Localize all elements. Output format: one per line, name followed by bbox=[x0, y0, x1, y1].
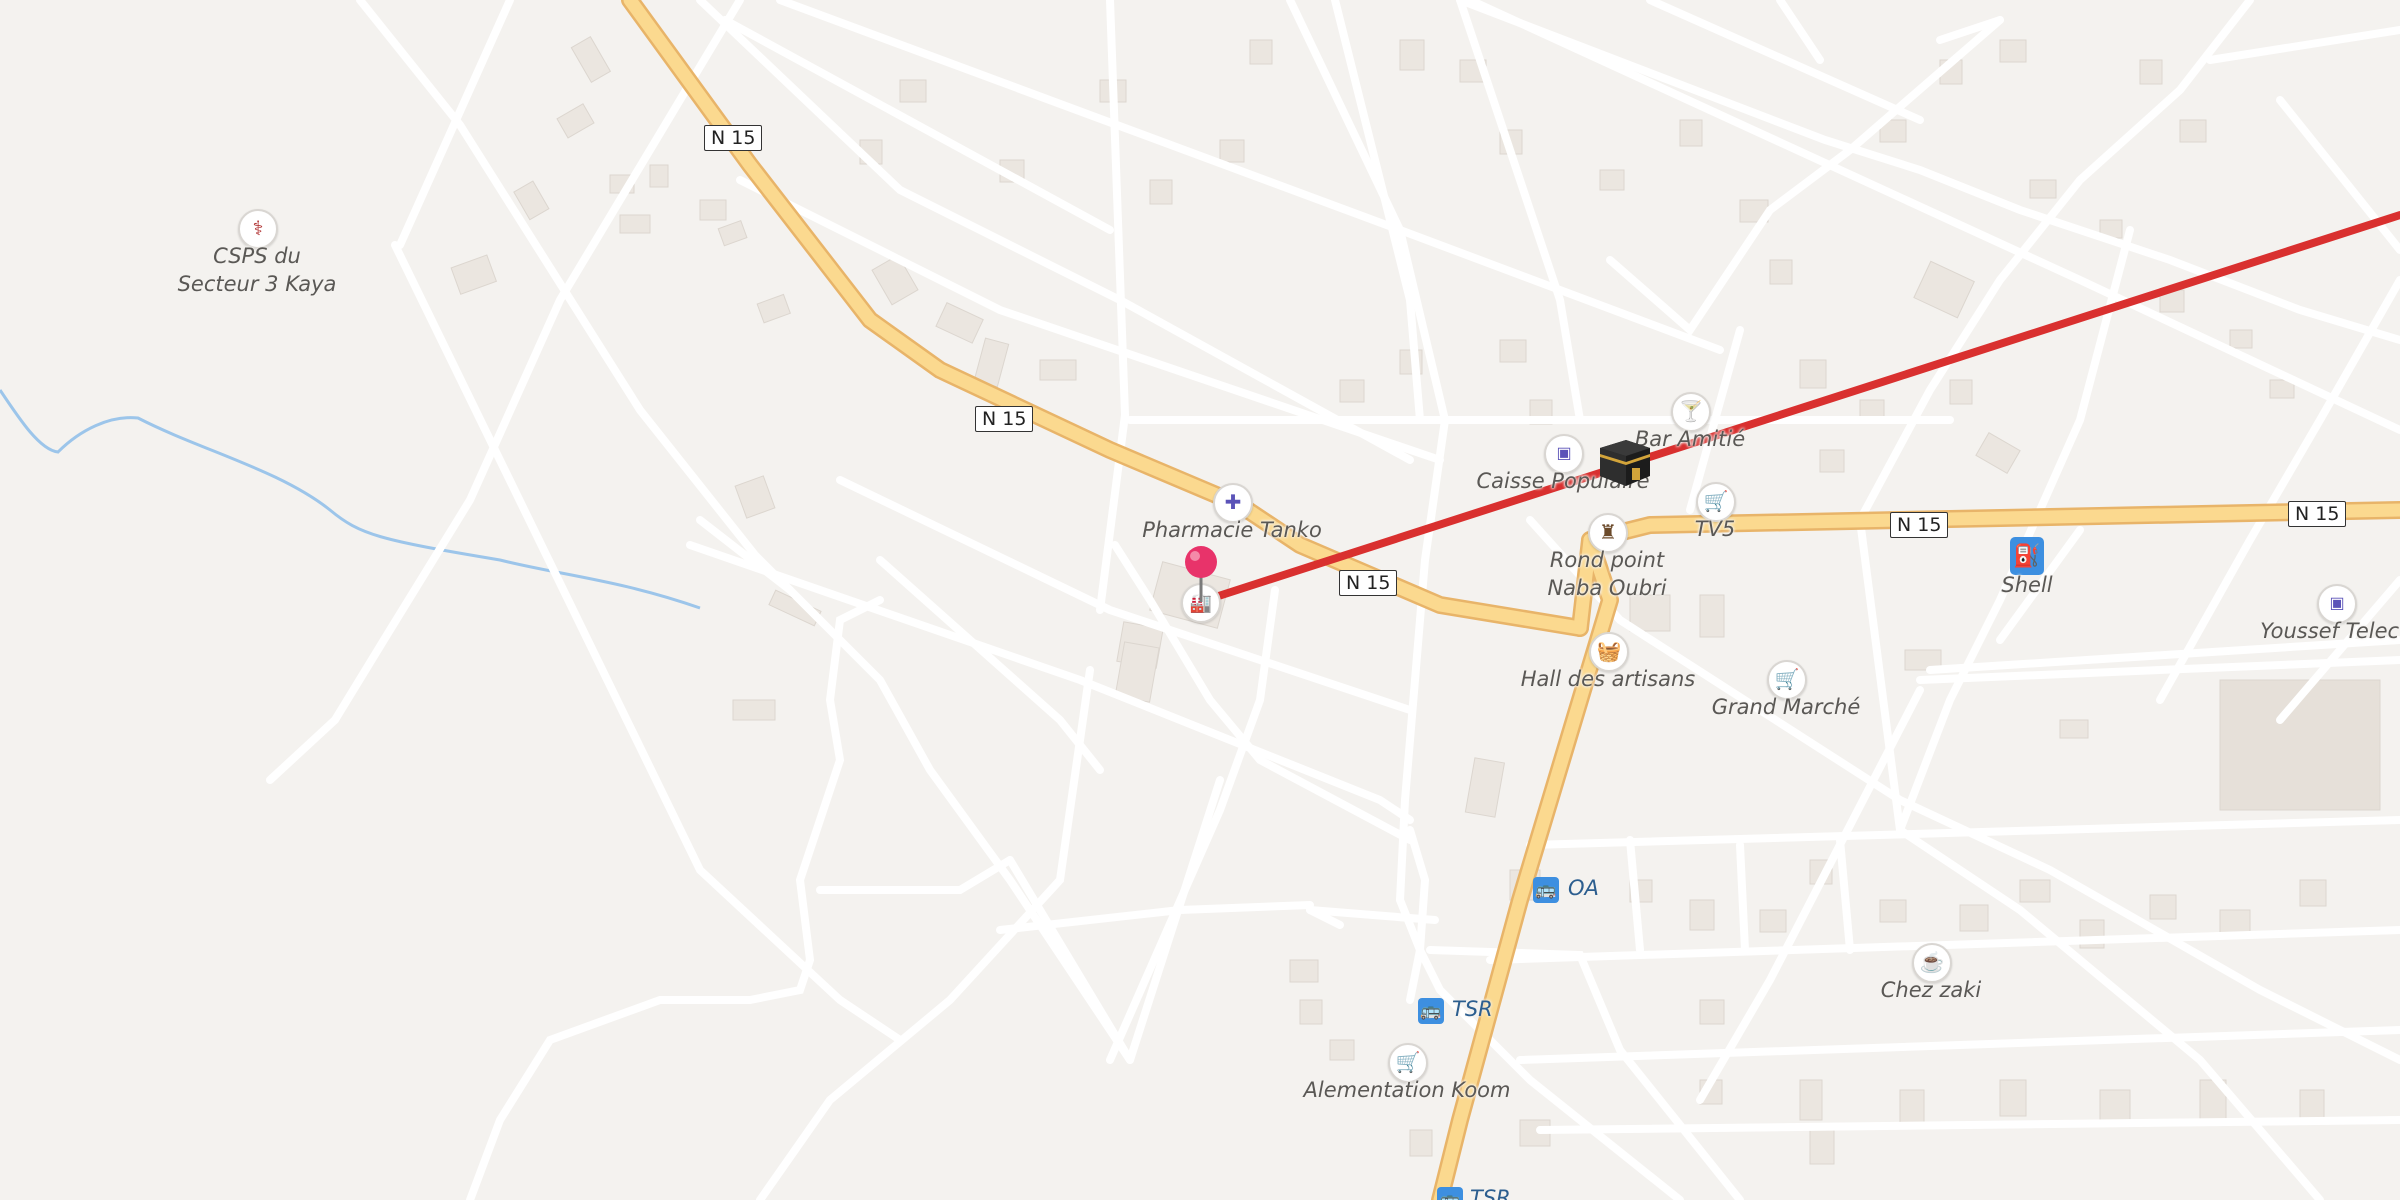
poi-label: Hall des artisans bbox=[1520, 667, 1696, 691]
poi-label: Grand Marché bbox=[1711, 695, 1861, 719]
poi-label: Secteur 3 Kaya bbox=[177, 272, 337, 296]
minor-roads bbox=[266, 0, 2400, 1200]
bus-icon[interactable]: 🚌 bbox=[1418, 998, 1444, 1024]
water-stream bbox=[0, 389, 701, 610]
road-shield-n15: N 15 bbox=[1890, 512, 1949, 538]
road-shield-n15: N 15 bbox=[1339, 570, 1398, 596]
fuel-icon: ⛽ bbox=[2010, 537, 2044, 575]
poi-label: Youssef Teleco bbox=[2260, 619, 2400, 643]
bus-icon[interactable]: 🚌 bbox=[1437, 1187, 1463, 1200]
poi-label: Pharmacie Tanko bbox=[1142, 518, 1322, 542]
transit-label-tsr: TSR bbox=[1452, 997, 1493, 1021]
kaaba-icon[interactable] bbox=[1596, 434, 1654, 490]
map-canvas[interactable]: N 15 N 15 N 15 N 15 N 15 ⚕ CSPS du Secte… bbox=[0, 0, 2400, 1200]
major-road bbox=[621, 0, 2400, 1200]
poi-label: Rond point bbox=[1549, 548, 1665, 572]
transit-label-oa: OA bbox=[1568, 876, 1599, 900]
transit-label-tsr: TSR bbox=[1470, 1186, 1511, 1200]
map-pin-icon[interactable] bbox=[1181, 544, 1221, 604]
poi-label: TV5 bbox=[1694, 517, 1736, 541]
route-line bbox=[1196, 211, 2400, 606]
road-shield-n15: N 15 bbox=[2288, 501, 2347, 527]
poi-label: Alementation Koom bbox=[1303, 1078, 1511, 1102]
poi-label: Shell bbox=[2001, 573, 2053, 597]
poi-label: CSPS du bbox=[213, 244, 301, 268]
poi-label: Naba Oubri bbox=[1547, 576, 1667, 600]
bus-icon[interactable]: 🚌 bbox=[1533, 877, 1559, 903]
road-shield-n15: N 15 bbox=[704, 125, 763, 151]
poi-label: Chez zaki bbox=[1880, 978, 1982, 1002]
road-shield-n15: N 15 bbox=[975, 406, 1034, 432]
